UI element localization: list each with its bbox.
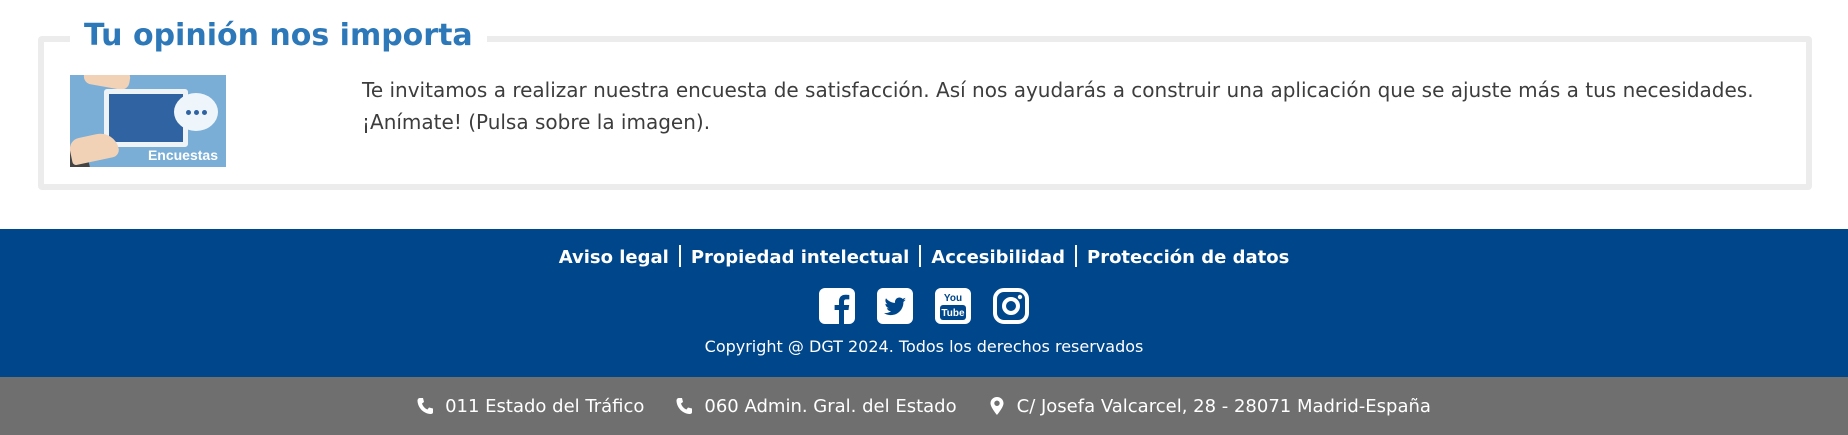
survey-text-line2: ¡Anímate! (Pulsa sobre la imagen).: [362, 110, 711, 134]
survey-image-caption: Encuestas: [147, 147, 218, 163]
speech-bubble-icon: [174, 93, 218, 131]
contact-label: 011 Estado del Tráfico: [445, 395, 645, 417]
link-separator: [919, 245, 922, 267]
footer-link-accesibilidad[interactable]: Accesibilidad: [931, 247, 1065, 268]
contact-label: C/ Josefa Valcarcel, 28 - 28071 Madrid-E…: [1016, 395, 1431, 417]
footer-link-propiedad-intelectual[interactable]: Propiedad intelectual: [691, 247, 909, 268]
link-separator: [678, 245, 681, 267]
contact-bar: 011 Estado del Tráfico 060 Admin. Gral. …: [0, 377, 1848, 435]
survey-section: Tu opinión nos importa Encuestas Te invi…: [38, 16, 1812, 190]
facebook-icon[interactable]: [819, 288, 855, 324]
footer-link-proteccion-datos[interactable]: Protección de datos: [1087, 247, 1289, 268]
contact-address[interactable]: C/ Josefa Valcarcel, 28 - 28071 Madrid-E…: [989, 396, 1431, 417]
site-footer: Aviso legal Propiedad intelectual Accesibi…: [0, 229, 1848, 377]
twitter-icon[interactable]: [877, 288, 913, 324]
map-marker-icon: [990, 397, 1004, 415]
contact-admin-phone[interactable]: 060 Admin. Gral. del Estado: [676, 395, 957, 417]
contact-traffic-phone[interactable]: 011 Estado del Tráfico: [417, 396, 644, 417]
survey-description: Te invitamos a realizar nuestra encuesta…: [362, 74, 1782, 138]
survey-title: Tu opinión nos importa: [70, 16, 487, 56]
phone-icon: [676, 398, 693, 414]
survey-image-link[interactable]: Encuestas: [70, 75, 226, 167]
phone-icon: [417, 398, 434, 414]
svg-text:You: You: [944, 293, 962, 304]
survey-text-line1: Te invitamos a realizar nuestra encuesta…: [362, 78, 1754, 102]
instagram-icon[interactable]: [993, 288, 1029, 324]
social-links: You Tube: [0, 288, 1848, 324]
footer-links: Aviso legal Propiedad intelectual Accesibi…: [0, 245, 1848, 270]
link-separator: [1075, 245, 1077, 267]
footer-link-aviso-legal[interactable]: Aviso legal: [559, 247, 669, 268]
svg-text:Tube: Tube: [941, 308, 965, 319]
youtube-icon[interactable]: You Tube: [935, 288, 971, 324]
contact-label: 060 Admin. Gral. del Estado: [704, 395, 957, 417]
copyright-text: Copyright @ DGT 2024. Todos los derechos…: [704, 337, 1144, 356]
